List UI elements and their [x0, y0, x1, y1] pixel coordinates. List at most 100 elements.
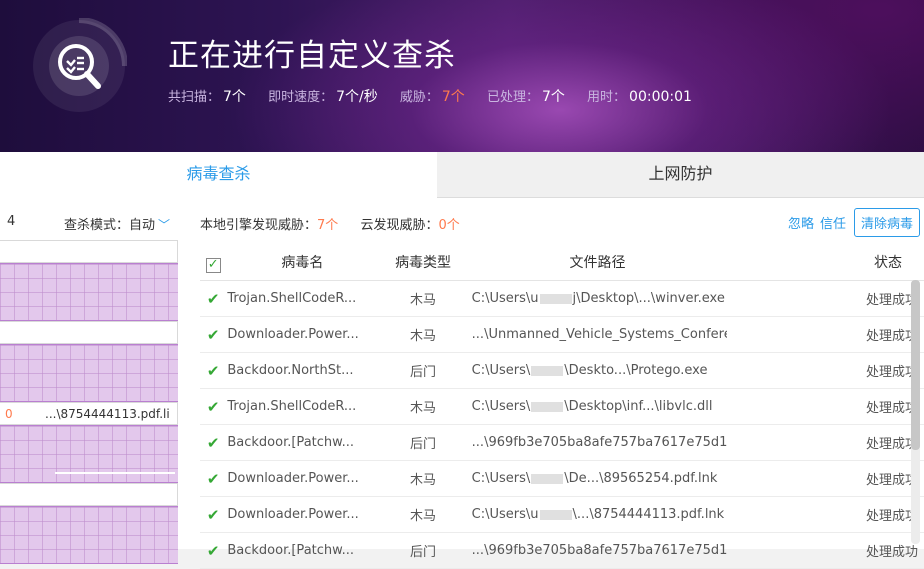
threat-table: ✓ 病毒名 病毒类型 文件路径 状态 ✔ Trojan.ShellCodeR...…: [200, 244, 924, 569]
virus-name: Downloader.Power...: [226, 460, 379, 497]
ignore-link[interactable]: 忽略: [788, 217, 814, 232]
list-item-progress: [0, 506, 178, 564]
redacted-username: [531, 365, 564, 376]
stat-handled: 已处理： 7个: [486, 89, 565, 105]
col-header-status: 状态: [727, 244, 924, 281]
file-path-end: \Deskto...\Protego.exe: [564, 363, 708, 378]
scan-count: 4: [7, 214, 16, 229]
trust-link[interactable]: 信任: [820, 217, 846, 232]
table-scrollbar[interactable]: [911, 280, 920, 544]
table-row[interactable]: ✔ Downloader.Power... 木马 ...\Unmanned_Vehic…: [200, 316, 924, 353]
tab-web-protection[interactable]: 上网防护: [437, 152, 924, 198]
row-checkbox[interactable]: ✔: [200, 316, 227, 353]
stat-value: 7个/秒: [336, 89, 378, 105]
file-path-start: ...\Unmanned_Vehicle_Systems_Conferenc: [471, 327, 728, 342]
file-path: ...\969fb3e705ba8afe757ba7617e75d1096: [467, 424, 728, 461]
stat-value: 7个: [223, 89, 246, 105]
cloud-threat-count: 0个: [438, 218, 460, 233]
file-path-start: C:\Users\: [471, 363, 531, 378]
stat-speed: 即时速度： 7个/秒: [268, 89, 378, 105]
row-checkbox[interactable]: ✔: [200, 352, 227, 389]
progress-line: [55, 472, 175, 474]
table-row[interactable]: ✔ Backdoor.NorthSt... 后门 C:\Users\ \Deskto..…: [200, 352, 924, 389]
file-path: C:\Users\u j\Desktop\...\winver.exe: [467, 280, 728, 317]
table-header-row: ✓ 病毒名 病毒类型 文件路径 状态: [200, 244, 924, 281]
row-checkbox[interactable]: ✔: [200, 460, 227, 497]
virus-name: Downloader.Power...: [226, 496, 379, 533]
checkmark-icon: ✔: [206, 289, 220, 308]
stat-label: 威胁：: [399, 90, 439, 105]
virus-type: 木马: [378, 316, 468, 353]
table-row[interactable]: ✔ Trojan.ShellCodeR... 木马 C:\Users\ \Desktop…: [200, 388, 924, 425]
virus-scan-logo-icon: [33, 18, 127, 112]
stat-elapsed: 用时： 00:00:01: [587, 89, 692, 105]
stat-value: 7个: [541, 89, 565, 105]
stat-value: 00:00:01: [629, 89, 692, 105]
chevron-down-icon: ﹀: [158, 218, 171, 232]
redacted-username: [539, 509, 572, 520]
row-checkbox[interactable]: ✔: [200, 532, 227, 569]
list-item[interactable]: [0, 321, 178, 344]
list-item-progress: [0, 263, 178, 321]
stat-value: 7个: [441, 89, 465, 105]
file-path-start: C:\Users\u: [471, 291, 539, 306]
file-path-end: j\Desktop\...\winver.exe: [572, 291, 725, 306]
status-text: 处理成功: [727, 388, 924, 425]
threat-actions: 忽略 信任 清除病毒: [788, 208, 920, 237]
scan-list-panel: 4 查杀模式：自动 ﹀ 0 ...\8754444113.pdf.li: [0, 198, 190, 564]
virus-name: Trojan.ShellCodeR...: [226, 388, 379, 425]
checkmark-icon: ✔: [206, 361, 220, 380]
status-text: 处理成功: [727, 280, 924, 317]
local-threat-label: 本地引擎发现威胁：: [200, 218, 318, 233]
col-header-path: 文件路径: [467, 244, 728, 281]
file-path-start: C:\Users\u: [471, 507, 539, 522]
select-all-checkbox[interactable]: ✓: [200, 244, 227, 281]
list-item[interactable]: 0 ...\8754444113.pdf.li: [0, 402, 178, 425]
status-text: 处理成功: [727, 496, 924, 533]
stat-label: 用时：: [587, 90, 627, 105]
checkmark-icon: ✔: [206, 469, 220, 488]
file-path: C:\Users\ \De...\89565254.pdf.lnk: [467, 460, 728, 497]
stat-scanned: 共扫描： 7个: [168, 89, 246, 105]
status-text: 处理成功: [727, 532, 924, 569]
virus-type: 木马: [378, 460, 468, 497]
virus-name: Backdoor.NorthSt...: [226, 352, 379, 389]
scan-header: 正在进行自定义查杀 共扫描： 7个 即时速度： 7个/秒 威胁： 7个 已处理： 7个 …: [0, 0, 924, 152]
stat-threats: 威胁： 7个: [399, 89, 465, 105]
scan-mode-dropdown[interactable]: 查杀模式：自动 ﹀: [64, 214, 170, 233]
file-path-start: C:\Users\: [471, 471, 531, 486]
table-row[interactable]: ✔ Trojan.ShellCodeR... 木马 C:\Users\u j\Deskt…: [200, 280, 924, 317]
file-path-end: \De...\89565254.pdf.lnk: [564, 471, 718, 486]
row-checkbox[interactable]: ✔: [200, 496, 227, 533]
row-checkbox[interactable]: ✔: [200, 388, 227, 425]
row-checkbox[interactable]: ✔: [200, 424, 227, 461]
tab-virus-scan[interactable]: 病毒查杀: [0, 152, 437, 198]
table-row[interactable]: ✔ Downloader.Power... 木马 C:\Users\u \...\875…: [200, 496, 924, 533]
main-tabs: 病毒查杀 上网防护: [0, 152, 924, 198]
stat-label: 共扫描：: [168, 90, 221, 105]
col-header-name: 病毒名: [226, 244, 379, 281]
file-path-start: ...\969fb3e705ba8afe757ba7617e75d1096: [471, 543, 728, 558]
virus-name: Backdoor.[Patchw...: [226, 424, 379, 461]
table-row[interactable]: ✔ Backdoor.[Patchw... 后门 ...\969fb3e705ba8a…: [200, 424, 924, 461]
clear-virus-button[interactable]: 清除病毒: [853, 208, 920, 237]
file-path: C:\Users\ \Deskto...\Protego.exe: [467, 352, 728, 389]
virus-name: Trojan.ShellCodeR...: [226, 280, 379, 317]
virus-type: 后门: [378, 424, 468, 461]
virus-name: Downloader.Power...: [226, 316, 379, 353]
scrollbar-thumb[interactable]: [911, 280, 920, 450]
table-row[interactable]: ✔ Backdoor.[Patchw... 后门 ...\969fb3e705ba8a…: [200, 532, 924, 569]
status-text: 处理成功: [727, 460, 924, 497]
list-item-progress: [0, 344, 178, 402]
list-item-count: 0: [5, 407, 13, 421]
page-title: 正在进行自定义查杀: [168, 38, 456, 74]
list-item-path: ...\8754444113.pdf.li: [45, 407, 170, 421]
stat-label: 已处理：: [486, 90, 539, 105]
status-text: 处理成功: [727, 316, 924, 353]
file-path-end: \...\8754444113.pdf.lnk: [572, 507, 725, 522]
virus-type: 木马: [378, 388, 468, 425]
table-row[interactable]: ✔ Downloader.Power... 木马 C:\Users\ \De...\89…: [200, 460, 924, 497]
list-item[interactable]: [0, 483, 178, 506]
list-item[interactable]: [0, 240, 178, 263]
row-checkbox[interactable]: ✔: [200, 280, 227, 317]
